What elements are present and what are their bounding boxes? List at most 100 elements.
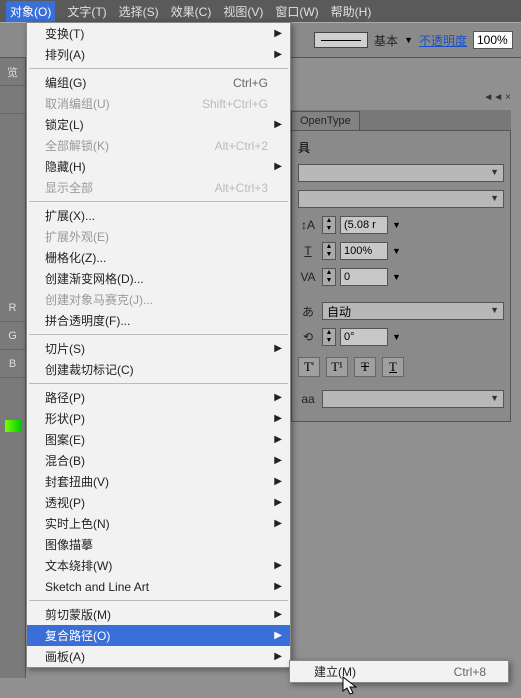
submenu-arrow-icon: ▶ — [274, 413, 282, 424]
submenu-arrow-icon: ▶ — [274, 476, 282, 487]
menu-separator — [29, 201, 288, 202]
menu-item[interactable]: 图像描摹 — [27, 534, 290, 555]
menu-item-label: 取消编组(U) — [45, 95, 202, 112]
left-item-0[interactable]: 览 — [0, 58, 25, 86]
menu-item[interactable]: 复合路径(O)▶ — [27, 625, 290, 646]
menu-effect[interactable]: 效果(C) — [171, 3, 212, 20]
menu-help[interactable]: 帮助(H) — [331, 3, 372, 20]
menu-item[interactable]: 图案(E)▶ — [27, 429, 290, 450]
kerning-icon: あ — [298, 302, 318, 320]
menu-item[interactable]: 封套扭曲(V)▶ — [27, 471, 290, 492]
menu-item[interactable]: 编组(G)Ctrl+G — [27, 72, 290, 93]
menu-item[interactable]: 混合(B)▶ — [27, 450, 290, 471]
menu-item-label: 剪切蒙版(M) — [45, 606, 268, 623]
compound-path-submenu: 建立(M) Ctrl+8 — [289, 660, 509, 683]
menu-item-label: 排列(A) — [45, 46, 268, 63]
submenu-arrow-icon: ▶ — [274, 497, 282, 508]
menu-item[interactable]: 锁定(L)▶ — [27, 114, 290, 135]
tracking-input[interactable] — [340, 268, 388, 286]
menu-item-label: 形状(P) — [45, 410, 268, 427]
menu-item-label: 图像描摹 — [45, 536, 268, 553]
tt-btn-2[interactable]: T¹ — [326, 357, 348, 377]
menu-item[interactable]: 文本绕排(W)▶ — [27, 555, 290, 576]
dropdown-icon[interactable]: ▼ — [392, 272, 401, 282]
panel-collapse-icon[interactable]: ◄◄ — [483, 92, 503, 103]
menu-view[interactable]: 视图(V) — [223, 3, 263, 20]
menu-item: 显示全部Alt+Ctrl+3 — [27, 177, 290, 198]
rotation-stepper[interactable]: ▲▼ — [322, 328, 336, 346]
tracking-stepper[interactable]: ▲▼ — [322, 268, 336, 286]
menu-item-label: 创建对象马赛克(J)... — [45, 291, 268, 308]
tt-underline[interactable]: T — [382, 357, 404, 377]
submenu-arrow-icon: ▶ — [274, 161, 282, 172]
panel-tabs: OpenType — [291, 110, 511, 130]
antialias-select[interactable] — [322, 390, 504, 408]
menu-item-label: 变换(T) — [45, 25, 268, 42]
menu-item[interactable]: 路径(P)▶ — [27, 387, 290, 408]
menu-select[interactable]: 选择(S) — [119, 3, 159, 20]
submenu-arrow-icon: ▶ — [274, 609, 282, 620]
dropdown-icon[interactable]: ▼ — [392, 246, 401, 256]
left-item-r[interactable]: R — [0, 294, 25, 322]
menu-shortcut: Alt+Ctrl+3 — [215, 181, 268, 195]
menu-item[interactable]: 创建裁切标记(C) — [27, 359, 290, 380]
menu-item[interactable]: 画板(A)▶ — [27, 646, 290, 667]
font-family-select[interactable] — [298, 164, 504, 182]
menu-item[interactable]: 排列(A)▶ — [27, 44, 290, 65]
rotation-icon: ⟲ — [298, 328, 318, 346]
leading-input[interactable] — [340, 216, 388, 234]
menu-item-label: 全部解锁(K) — [45, 137, 215, 154]
menu-separator — [29, 600, 288, 601]
dropdown-icon[interactable]: ▼ — [392, 220, 401, 230]
leading-stepper[interactable]: ▲▼ — [322, 216, 336, 234]
stroke-preview[interactable] — [314, 32, 368, 48]
menu-window[interactable]: 窗口(W) — [275, 3, 318, 20]
tt-btn-1[interactable]: T' — [298, 357, 320, 377]
menu-item[interactable]: 拼合透明度(F)... — [27, 310, 290, 331]
left-item-b[interactable]: B — [0, 350, 25, 378]
font-style-select[interactable] — [298, 190, 504, 208]
menu-item[interactable]: 透视(P) ▶ — [27, 492, 290, 513]
menu-item[interactable]: 切片(S)▶ — [27, 338, 290, 359]
opacity-input[interactable] — [473, 31, 513, 49]
menu-item: 创建对象马赛克(J)... — [27, 289, 290, 310]
menu-item[interactable]: 扩展(X)... — [27, 205, 290, 226]
menu-item[interactable]: 实时上色(N)▶ — [27, 513, 290, 534]
submenu-make[interactable]: 建立(M) Ctrl+8 — [290, 661, 508, 682]
dropdown-icon[interactable]: ▼ — [404, 35, 413, 45]
menu-item: 扩展外观(E) — [27, 226, 290, 247]
tab-opentype[interactable]: OpenType — [291, 111, 360, 130]
submenu-arrow-icon: ▶ — [274, 455, 282, 466]
kerning-select[interactable]: 自动 — [322, 302, 504, 320]
menu-item[interactable]: 创建渐变网格(D)... — [27, 268, 290, 289]
dropdown-icon[interactable]: ▼ — [392, 332, 401, 342]
vscale-input[interactable] — [340, 242, 388, 260]
menu-shortcut: Shift+Ctrl+G — [202, 97, 268, 111]
left-toolbar: 览 R G B — [0, 58, 26, 678]
menu-item-label: 画板(A) — [45, 648, 268, 665]
menu-item-label: 栅格化(Z)... — [45, 249, 268, 266]
left-item-1[interactable] — [0, 86, 25, 114]
color-swatch[interactable] — [5, 420, 21, 432]
vscale-stepper[interactable]: ▲▼ — [322, 242, 336, 260]
tracking-icon: VA — [298, 268, 318, 286]
stroke-style-label: 基本 — [374, 32, 398, 49]
menu-item[interactable]: 栅格化(Z)... — [27, 247, 290, 268]
menu-item[interactable]: 形状(P) ▶ — [27, 408, 290, 429]
antialias-icon: aa — [298, 390, 318, 408]
menu-item[interactable]: 隐藏(H)▶ — [27, 156, 290, 177]
menubar: 对象(O) 文字(T) 选择(S) 效果(C) 视图(V) 窗口(W) 帮助(H… — [0, 0, 521, 22]
rotation-input[interactable] — [340, 328, 388, 346]
menu-item[interactable]: 变换(T)▶ — [27, 23, 290, 44]
left-item-g[interactable]: G — [0, 322, 25, 350]
menu-item[interactable]: 剪切蒙版(M) ▶ — [27, 604, 290, 625]
menu-item-label: 透视(P) — [45, 494, 268, 511]
menu-item[interactable]: Sketch and Line Art▶ — [27, 576, 290, 597]
menu-text[interactable]: 文字(T) — [67, 3, 106, 20]
menu-object[interactable]: 对象(O) — [6, 1, 55, 22]
menu-separator — [29, 68, 288, 69]
panel-close-icon[interactable]: × — [505, 92, 511, 103]
tt-strikethrough[interactable]: T — [354, 357, 376, 377]
opacity-label[interactable]: 不透明度 — [419, 32, 467, 49]
panel-controls: ◄◄ × — [483, 92, 511, 103]
